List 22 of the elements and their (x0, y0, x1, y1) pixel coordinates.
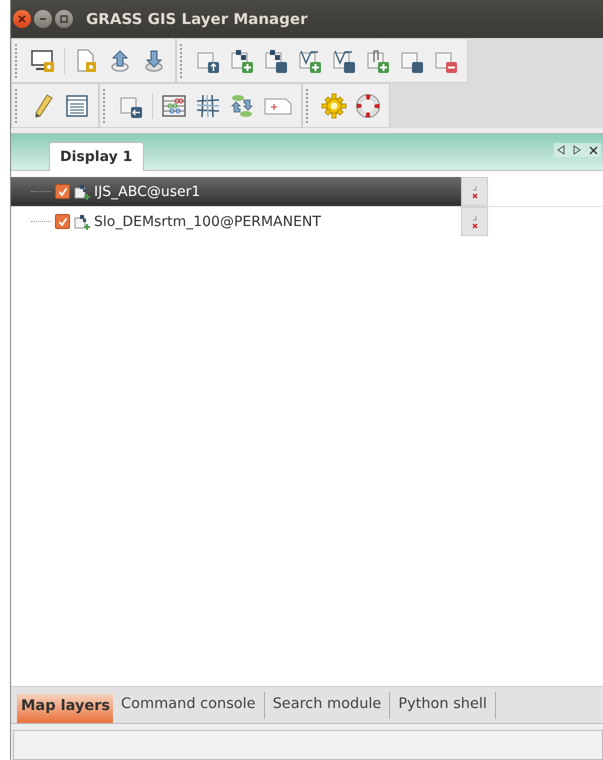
panel-tab[interactable]: Command console (113, 692, 265, 719)
close-button[interactable] (13, 10, 31, 28)
delete-mark-icon (470, 184, 478, 198)
previous-tab-icon[interactable] (557, 145, 565, 155)
display-tab[interactable]: Display 1 (49, 142, 144, 171)
maximize-button[interactable] (55, 10, 73, 28)
maximize-icon (60, 15, 68, 23)
checkbox[interactable] (55, 184, 70, 199)
checkbox[interactable] (55, 214, 70, 229)
panel-tab[interactable]: Search module (264, 692, 390, 719)
delete-mark-icon (470, 214, 478, 228)
panel-tab[interactable]: Python shell (390, 692, 496, 719)
panel-tab[interactable]: Map layers (17, 694, 114, 723)
window-title: GRASS GIS Layer Manager (86, 10, 308, 28)
next-tab-icon[interactable] (573, 145, 581, 155)
minimize-icon (39, 15, 47, 23)
close-icon[interactable] (589, 146, 598, 154)
layer-name: Slo_DEMsrtm_100@PERMANENT (94, 214, 321, 230)
layer-row[interactable]: IJS_ABC@user1 (11, 177, 461, 206)
minimize-button[interactable] (34, 10, 52, 28)
layer-name: IJS_ABC@user1 (94, 184, 200, 200)
close-icon (18, 15, 26, 23)
